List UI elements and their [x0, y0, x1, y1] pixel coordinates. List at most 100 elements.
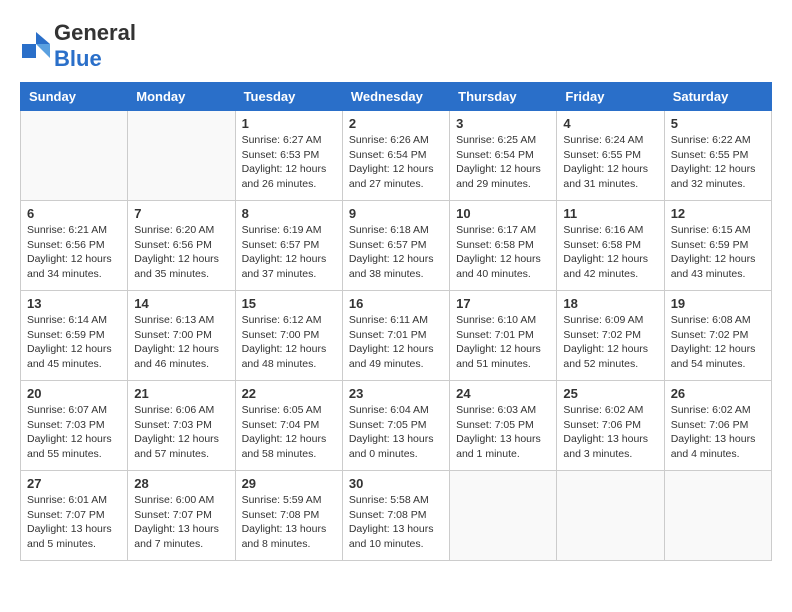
calendar-cell: 3Sunrise: 6:25 AM Sunset: 6:54 PM Daylig… — [450, 111, 557, 201]
day-number: 11 — [563, 206, 657, 221]
day-number: 17 — [456, 296, 550, 311]
day-info: Sunrise: 6:22 AM Sunset: 6:55 PM Dayligh… — [671, 133, 765, 192]
day-info: Sunrise: 6:12 AM Sunset: 7:00 PM Dayligh… — [242, 313, 336, 372]
day-number: 13 — [27, 296, 121, 311]
day-number: 2 — [349, 116, 443, 131]
day-number: 20 — [27, 386, 121, 401]
day-number: 26 — [671, 386, 765, 401]
day-info: Sunrise: 6:25 AM Sunset: 6:54 PM Dayligh… — [456, 133, 550, 192]
week-row-1: 1 Sunrise: 6:27 AM Sunset: 6:53 PM Daylig… — [21, 111, 772, 201]
days-header-row: Sunday Monday Tuesday Wednesday Thursday… — [21, 83, 772, 111]
calendar-cell: 26 Sunrise: 6:02 AM Sunset: 7:06 PM Dayli… — [664, 381, 771, 471]
day-info: Sunrise: 6:01 AM Sunset: 7:07 PM Dayligh… — [27, 493, 121, 552]
calendar-cell: 23Sunrise: 6:04 AM Sunset: 7:05 PM Dayli… — [342, 381, 449, 471]
header-monday: Monday — [128, 83, 235, 111]
day-info: Sunrise: 6:10 AM Sunset: 7:01 PM Dayligh… — [456, 313, 550, 372]
calendar-cell: 1 Sunrise: 6:27 AM Sunset: 6:53 PM Daylig… — [235, 111, 342, 201]
calendar-cell — [128, 111, 235, 201]
day-info: Sunrise: 6:07 AM Sunset: 7:03 PM Dayligh… — [27, 403, 121, 462]
calendar-cell — [557, 471, 664, 561]
day-info: Sunrise: 5:58 AM Sunset: 7:08 PM Dayligh… — [349, 493, 443, 552]
day-number: 27 — [27, 476, 121, 491]
calendar-cell: 16Sunrise: 6:11 AM Sunset: 7:01 PM Dayli… — [342, 291, 449, 381]
calendar-cell: 7 Sunrise: 6:20 AM Sunset: 6:56 PM Daylig… — [128, 201, 235, 291]
day-info: Sunrise: 6:06 AM Sunset: 7:03 PM Dayligh… — [134, 403, 228, 462]
day-info: Sunrise: 6:16 AM Sunset: 6:58 PM Dayligh… — [563, 223, 657, 282]
day-info: Sunrise: 6:05 AM Sunset: 7:04 PM Dayligh… — [242, 403, 336, 462]
logo-text: General Blue — [54, 20, 136, 72]
day-info: Sunrise: 6:09 AM Sunset: 7:02 PM Dayligh… — [563, 313, 657, 372]
day-info: Sunrise: 6:00 AM Sunset: 7:07 PM Dayligh… — [134, 493, 228, 552]
calendar-cell: 14 Sunrise: 6:13 AM Sunset: 7:00 PM Dayli… — [128, 291, 235, 381]
day-info: Sunrise: 6:21 AM Sunset: 6:56 PM Dayligh… — [27, 223, 121, 282]
day-number: 22 — [242, 386, 336, 401]
calendar-cell: 9 Sunrise: 6:18 AM Sunset: 6:57 PM Daylig… — [342, 201, 449, 291]
day-info: Sunrise: 6:17 AM Sunset: 6:58 PM Dayligh… — [456, 223, 550, 282]
calendar-cell — [21, 111, 128, 201]
day-info: Sunrise: 6:04 AM Sunset: 7:05 PM Dayligh… — [349, 403, 443, 462]
day-info: Sunrise: 6:13 AM Sunset: 7:00 PM Dayligh… — [134, 313, 228, 372]
day-number: 1 — [242, 116, 336, 131]
day-info: Sunrise: 6:02 AM Sunset: 7:06 PM Dayligh… — [563, 403, 657, 462]
day-info: Sunrise: 6:03 AM Sunset: 7:05 PM Dayligh… — [456, 403, 550, 462]
calendar-cell: 5 Sunrise: 6:22 AM Sunset: 6:55 PM Daylig… — [664, 111, 771, 201]
day-number: 30 — [349, 476, 443, 491]
day-info: Sunrise: 6:02 AM Sunset: 7:06 PM Dayligh… — [671, 403, 765, 462]
day-info: Sunrise: 6:08 AM Sunset: 7:02 PM Dayligh… — [671, 313, 765, 372]
day-number: 4 — [563, 116, 657, 131]
calendar-cell: 2 Sunrise: 6:26 AM Sunset: 6:54 PM Daylig… — [342, 111, 449, 201]
header-friday: Friday — [557, 83, 664, 111]
calendar-cell: 24 Sunrise: 6:03 AM Sunset: 7:05 PM Dayli… — [450, 381, 557, 471]
calendar-cell: 28 Sunrise: 6:00 AM Sunset: 7:07 PM Dayli… — [128, 471, 235, 561]
calendar-cell: 15 Sunrise: 6:12 AM Sunset: 7:00 PM Dayli… — [235, 291, 342, 381]
calendar-table: Sunday Monday Tuesday Wednesday Thursday… — [20, 82, 772, 561]
day-number: 19 — [671, 296, 765, 311]
day-number: 24 — [456, 386, 550, 401]
day-info: Sunrise: 5:59 AM Sunset: 7:08 PM Dayligh… — [242, 493, 336, 552]
week-row-2: 6 Sunrise: 6:21 AM Sunset: 6:56 PM Daylig… — [21, 201, 772, 291]
calendar-cell: 30 Sunrise: 5:58 AM Sunset: 7:08 PM Dayli… — [342, 471, 449, 561]
header-wednesday: Wednesday — [342, 83, 449, 111]
calendar-cell: 8 Sunrise: 6:19 AM Sunset: 6:57 PM Daylig… — [235, 201, 342, 291]
page-header: General Blue — [20, 20, 772, 72]
day-number: 28 — [134, 476, 228, 491]
day-info: Sunrise: 6:14 AM Sunset: 6:59 PM Dayligh… — [27, 313, 121, 372]
calendar-cell: 17 Sunrise: 6:10 AM Sunset: 7:01 PM Dayli… — [450, 291, 557, 381]
day-number: 15 — [242, 296, 336, 311]
calendar-cell: 27 Sunrise: 6:01 AM Sunset: 7:07 PM Dayli… — [21, 471, 128, 561]
calendar-cell: 25 Sunrise: 6:02 AM Sunset: 7:06 PM Dayli… — [557, 381, 664, 471]
header-saturday: Saturday — [664, 83, 771, 111]
day-info: Sunrise: 6:15 AM Sunset: 6:59 PM Dayligh… — [671, 223, 765, 282]
day-number: 21 — [134, 386, 228, 401]
day-number: 18 — [563, 296, 657, 311]
calendar-cell: 21 Sunrise: 6:06 AM Sunset: 7:03 PM Dayli… — [128, 381, 235, 471]
day-number: 5 — [671, 116, 765, 131]
day-info: Sunrise: 6:11 AM Sunset: 7:01 PM Dayligh… — [349, 313, 443, 372]
calendar-cell: 6 Sunrise: 6:21 AM Sunset: 6:56 PM Daylig… — [21, 201, 128, 291]
header-tuesday: Tuesday — [235, 83, 342, 111]
calendar-cell: 18 Sunrise: 6:09 AM Sunset: 7:02 PM Dayli… — [557, 291, 664, 381]
day-number: 12 — [671, 206, 765, 221]
week-row-5: 27 Sunrise: 6:01 AM Sunset: 7:07 PM Dayli… — [21, 471, 772, 561]
day-info: Sunrise: 6:20 AM Sunset: 6:56 PM Dayligh… — [134, 223, 228, 282]
day-info: Sunrise: 6:18 AM Sunset: 6:57 PM Dayligh… — [349, 223, 443, 282]
day-number: 9 — [349, 206, 443, 221]
day-info: Sunrise: 6:24 AM Sunset: 6:55 PM Dayligh… — [563, 133, 657, 192]
calendar-cell: 29Sunrise: 5:59 AM Sunset: 7:08 PM Dayli… — [235, 471, 342, 561]
day-number: 25 — [563, 386, 657, 401]
calendar-cell: 11 Sunrise: 6:16 AM Sunset: 6:58 PM Dayli… — [557, 201, 664, 291]
calendar-cell: 22 Sunrise: 6:05 AM Sunset: 7:04 PM Dayli… — [235, 381, 342, 471]
calendar-cell: 12 Sunrise: 6:15 AM Sunset: 6:59 PM Dayli… — [664, 201, 771, 291]
day-number: 14 — [134, 296, 228, 311]
day-number: 6 — [27, 206, 121, 221]
day-number: 10 — [456, 206, 550, 221]
day-info: Sunrise: 6:26 AM Sunset: 6:54 PM Dayligh… — [349, 133, 443, 192]
header-sunday: Sunday — [21, 83, 128, 111]
day-info: Sunrise: 6:27 AM Sunset: 6:53 PM Dayligh… — [242, 133, 336, 192]
day-number: 8 — [242, 206, 336, 221]
day-number: 7 — [134, 206, 228, 221]
week-row-3: 13 Sunrise: 6:14 AM Sunset: 6:59 PM Dayli… — [21, 291, 772, 381]
calendar-cell: 4 Sunrise: 6:24 AM Sunset: 6:55 PM Daylig… — [557, 111, 664, 201]
calendar-cell — [664, 471, 771, 561]
day-info: Sunrise: 6:19 AM Sunset: 6:57 PM Dayligh… — [242, 223, 336, 282]
